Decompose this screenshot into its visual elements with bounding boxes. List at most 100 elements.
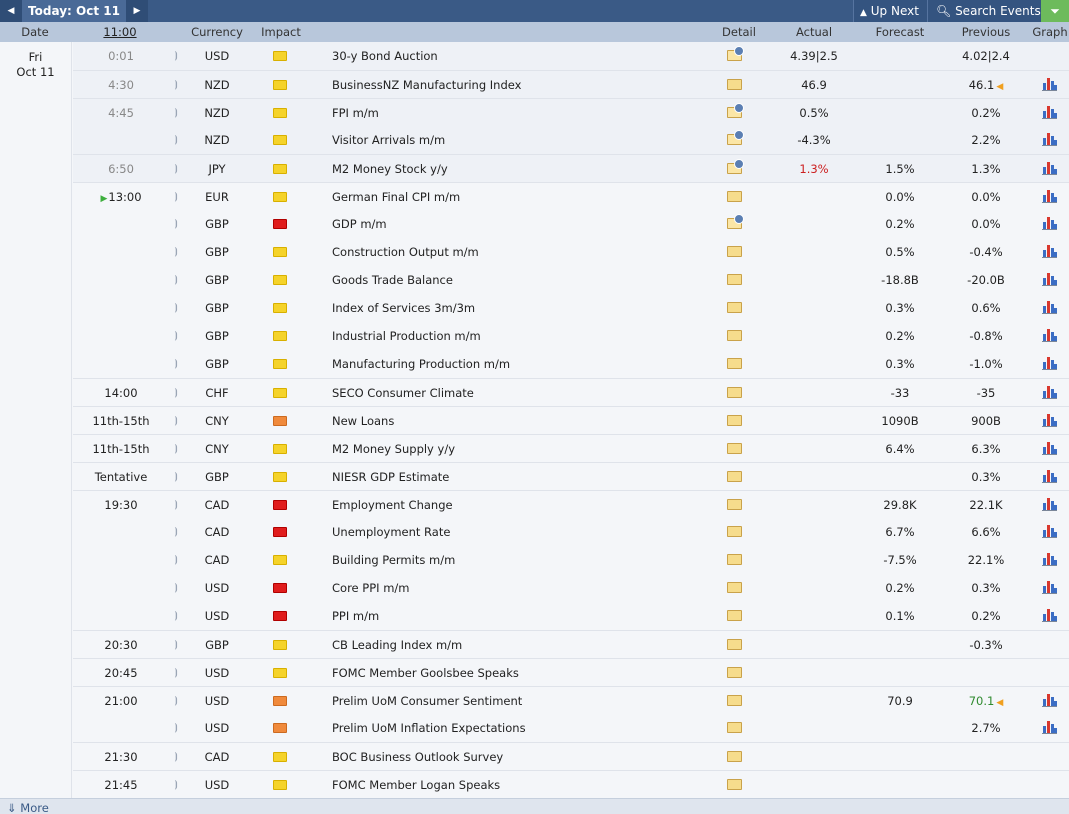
sound-alert-icon[interactable]: ⦘ [170, 238, 182, 266]
detail-button[interactable] [727, 743, 749, 771]
event-title[interactable]: Unemployment Rate [332, 518, 450, 546]
detail-button[interactable] [727, 602, 749, 630]
sound-alert-icon[interactable]: ⦘ [170, 659, 182, 687]
event-title[interactable]: FPI m/m [332, 99, 379, 127]
sound-alert-icon[interactable]: ⦘ [170, 714, 182, 742]
detail-button[interactable] [727, 210, 749, 238]
detail-button[interactable] [727, 294, 749, 322]
graph-button[interactable] [1042, 518, 1060, 546]
event-title[interactable]: NIESR GDP Estimate [332, 463, 449, 491]
sound-alert-icon[interactable]: ⦘ [170, 771, 182, 799]
detail-button[interactable] [727, 266, 749, 294]
event-title[interactable]: Prelim UoM Inflation Expectations [332, 714, 526, 742]
table-row[interactable]: ⦘ USD Core PPI m/m 0.2% 0.3% [73, 574, 1069, 602]
today-button[interactable]: Today: Oct 11 [22, 0, 126, 22]
event-title[interactable]: FOMC Member Goolsbee Speaks [332, 659, 519, 687]
graph-button[interactable] [1042, 126, 1060, 154]
sound-alert-icon[interactable]: ⦘ [170, 518, 182, 546]
table-row[interactable]: ▶13:00 ⦘ EUR German Final CPI m/m 0.0% 0.0% [73, 182, 1069, 210]
graph-button[interactable] [1042, 266, 1060, 294]
table-row[interactable]: ⦘ GBP Industrial Production m/m 0.2% -0.8% [73, 322, 1069, 350]
detail-button[interactable] [727, 714, 749, 742]
event-title[interactable]: SECO Consumer Climate [332, 379, 474, 407]
detail-button[interactable] [727, 771, 749, 799]
event-title[interactable]: Building Permits m/m [332, 546, 455, 574]
table-row[interactable]: ⦘ GBP Index of Services 3m/3m 0.3% 0.6% [73, 294, 1069, 322]
graph-button[interactable] [1042, 294, 1060, 322]
more-button[interactable]: ⇓ More [7, 799, 49, 814]
event-title[interactable]: Industrial Production m/m [332, 322, 481, 350]
detail-button[interactable] [727, 99, 749, 127]
event-title[interactable]: Prelim UoM Consumer Sentiment [332, 687, 522, 715]
table-row[interactable]: 19:30 ⦘ CAD Employment Change 29.8K 22.1K [73, 490, 1069, 518]
table-row[interactable]: 20:30 ⦘ GBP CB Leading Index m/m -0.3% [73, 630, 1069, 658]
detail-button[interactable] [727, 631, 749, 659]
event-title[interactable]: M2 Money Supply y/y [332, 435, 455, 463]
graph-button[interactable] [1042, 71, 1060, 99]
sound-alert-icon[interactable]: ⦘ [170, 407, 182, 435]
event-title[interactable]: CB Leading Index m/m [332, 631, 462, 659]
search-events-button[interactable]: 🔍︎ Search Events [927, 0, 1041, 22]
graph-button[interactable] [1042, 602, 1060, 630]
table-row[interactable]: ⦘ CAD Unemployment Rate 6.7% 6.6% [73, 518, 1069, 546]
event-title[interactable]: Construction Output m/m [332, 238, 479, 266]
table-row[interactable]: ⦘ GBP Construction Output m/m 0.5% -0.4% [73, 238, 1069, 266]
revised-marker-icon[interactable]: ◀ [996, 82, 1003, 92]
detail-button[interactable] [727, 155, 749, 183]
sound-alert-icon[interactable]: ⦘ [170, 126, 182, 154]
sound-alert-icon[interactable]: ⦘ [170, 743, 182, 771]
graph-button[interactable] [1042, 99, 1060, 127]
event-title[interactable]: BOC Business Outlook Survey [332, 743, 503, 771]
graph-button[interactable] [1042, 407, 1060, 435]
graph-button[interactable] [1042, 238, 1060, 266]
detail-button[interactable] [727, 71, 749, 99]
sound-alert-icon[interactable]: ⦘ [170, 266, 182, 294]
table-row[interactable]: ⦘ NZD Visitor Arrivals m/m -4.3% 2.2% [73, 126, 1069, 154]
sound-alert-icon[interactable]: ⦘ [170, 210, 182, 238]
graph-button[interactable] [1042, 155, 1060, 183]
event-title[interactable]: Manufacturing Production m/m [332, 350, 510, 378]
event-title[interactable]: M2 Money Stock y/y [332, 155, 448, 183]
previous-day-button[interactable]: ◀ [0, 0, 22, 22]
table-row[interactable]: 6:50 ⦘ JPY M2 Money Stock y/y 1.3% 1.5% 1.3% [73, 154, 1069, 182]
sound-alert-icon[interactable]: ⦘ [170, 463, 182, 491]
graph-button[interactable] [1042, 210, 1060, 238]
event-title[interactable]: New Loans [332, 407, 394, 435]
event-title[interactable]: Core PPI m/m [332, 574, 409, 602]
sound-alert-icon[interactable]: ⦘ [170, 379, 182, 407]
graph-button[interactable] [1042, 322, 1060, 350]
table-row[interactable]: 0:01 ⦘ USD 30-y Bond Auction 4.39|2.5 4.02|2.… [73, 42, 1069, 70]
graph-button[interactable] [1042, 714, 1060, 742]
table-row[interactable]: ⦘ USD PPI m/m 0.1% 0.2% [73, 602, 1069, 630]
sound-alert-icon[interactable]: ⦘ [170, 183, 182, 211]
graph-button[interactable] [1042, 183, 1060, 211]
sound-alert-icon[interactable]: ⦘ [170, 71, 182, 99]
table-row[interactable]: ⦘ GBP GDP m/m 0.2% 0.0% [73, 210, 1069, 238]
sound-alert-icon[interactable]: ⦘ [170, 155, 182, 183]
sound-alert-icon[interactable]: ⦘ [170, 294, 182, 322]
detail-button[interactable] [727, 518, 749, 546]
header-time[interactable]: 11:00 [88, 22, 152, 42]
sound-alert-icon[interactable]: ⦘ [170, 491, 182, 519]
detail-button[interactable] [727, 659, 749, 687]
graph-button[interactable] [1042, 463, 1060, 491]
graph-button[interactable] [1042, 350, 1060, 378]
detail-button[interactable] [727, 546, 749, 574]
table-row[interactable]: 4:30 ⦘ NZD BusinessNZ Manufacturing Index 46… [73, 70, 1069, 98]
sound-alert-icon[interactable]: ⦘ [170, 42, 182, 70]
graph-button[interactable] [1042, 491, 1060, 519]
event-title[interactable]: German Final CPI m/m [332, 183, 460, 211]
table-row[interactable]: 14:00 ⦘ CHF SECO Consumer Climate -33 -35 [73, 378, 1069, 406]
event-title[interactable]: Visitor Arrivals m/m [332, 126, 445, 154]
sound-alert-icon[interactable]: ⦘ [170, 602, 182, 630]
table-row[interactable]: 20:45 ⦘ USD FOMC Member Goolsbee Speaks [73, 658, 1069, 686]
table-row[interactable]: 21:30 ⦘ CAD BOC Business Outlook Survey [73, 742, 1069, 770]
event-title[interactable]: Index of Services 3m/3m [332, 294, 475, 322]
table-row[interactable]: 4:45 ⦘ NZD FPI m/m 0.5% 0.2% [73, 98, 1069, 126]
detail-button[interactable] [727, 42, 749, 70]
event-title[interactable]: GDP m/m [332, 210, 387, 238]
table-row[interactable]: ⦘ GBP Manufacturing Production m/m 0.3% -1.0… [73, 350, 1069, 378]
table-row[interactable]: 11th-15th ⦘ CNY New Loans 1090B 900B [73, 406, 1069, 434]
graph-button[interactable] [1042, 546, 1060, 574]
sound-alert-icon[interactable]: ⦘ [170, 435, 182, 463]
